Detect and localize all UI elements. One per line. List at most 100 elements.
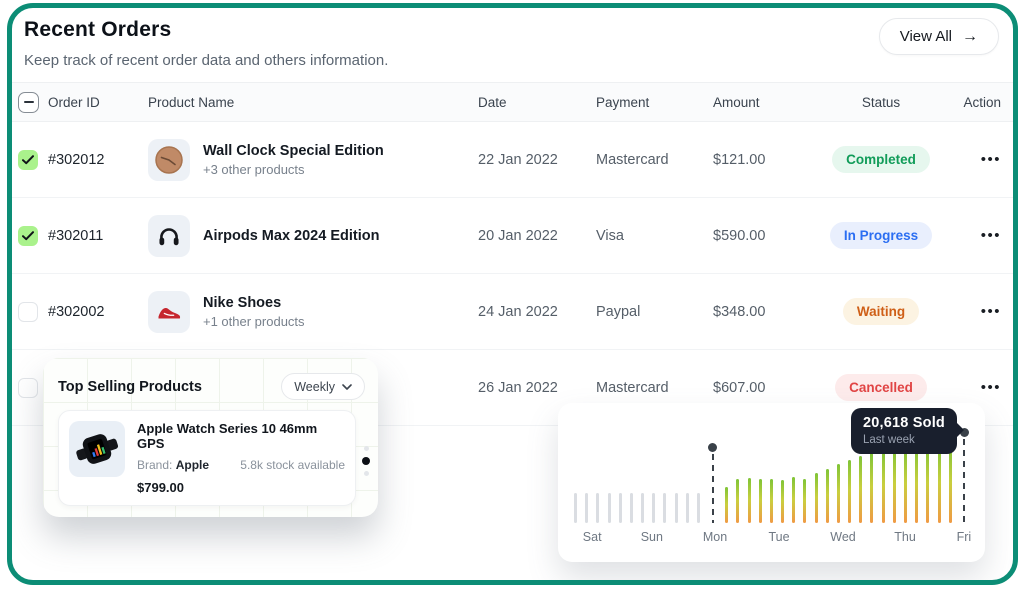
order-date: 26 Jan 2022: [478, 380, 596, 396]
top-selling-product-info: Apple Watch Series 10 46mm GPS Brand: Ap…: [137, 421, 345, 495]
chart-marker-dot: [708, 443, 717, 452]
chart-bar: [748, 478, 751, 523]
order-amount: $121.00: [713, 152, 813, 168]
chart-bar: [893, 448, 896, 523]
table-header: Order ID Product Name Date Payment Amoun…: [12, 82, 1013, 122]
chart-bar: [770, 479, 773, 523]
col-header-payment: Payment: [596, 95, 713, 110]
status-badge: Completed: [832, 146, 930, 173]
chart-bar: [663, 493, 666, 523]
product-subtext: +3 other products: [203, 162, 384, 177]
product-name: Wall Clock Special Edition: [203, 143, 384, 159]
top-selling-product-item[interactable]: Apple Watch Series 10 46mm GPS Brand: Ap…: [58, 410, 356, 506]
checkmark-icon: [22, 231, 34, 241]
order-date: 24 Jan 2022: [478, 304, 596, 320]
apple-watch-image: [69, 421, 125, 477]
chart-marker-dashed-line: [712, 454, 714, 523]
panel-header-text: Recent Orders Keep track of recent order…: [24, 18, 388, 69]
chart-bar: [859, 456, 862, 523]
chart-bar: [697, 493, 700, 523]
page-title: Recent Orders: [24, 18, 388, 42]
table-row: #302011 Airpods Max 2024 Edition 20 Jan …: [12, 198, 1013, 274]
top-selling-title: Top Selling Products: [58, 379, 202, 395]
carousel-dot[interactable]: [364, 471, 369, 476]
chevron-down-icon: [342, 384, 352, 390]
select-all-checkbox[interactable]: [18, 92, 39, 113]
product-cell: Wall Clock Special Edition +3 other prod…: [148, 139, 478, 181]
chart-bar: [652, 493, 655, 523]
table-row: #302012 Wall Clock Special Edition +3 ot…: [12, 122, 1013, 198]
headphones-icon: [148, 215, 190, 257]
brand-value: Apple: [176, 458, 209, 472]
row-checkbox[interactable]: [18, 378, 38, 398]
top-selling-products-card: Top Selling Products Weekly: [43, 358, 378, 517]
chart-axis-label: Wed: [830, 530, 855, 544]
chart-bar: [938, 445, 941, 523]
panel-header: Recent Orders Keep track of recent order…: [12, 8, 1013, 82]
top-selling-header: Top Selling Products Weekly: [43, 358, 378, 408]
view-all-button[interactable]: View All →: [879, 18, 999, 55]
chart-tooltip: 20,618 Sold Last week: [851, 408, 957, 454]
brand-label: Brand:: [137, 458, 172, 472]
chart-axis-label: Sun: [641, 530, 663, 544]
chart-bar: [725, 487, 728, 523]
chart-bar: [736, 479, 739, 523]
row-actions-button[interactable]: •••: [981, 301, 1001, 322]
chart-axis-label: Thu: [894, 530, 916, 544]
col-header-amount: Amount: [713, 95, 813, 110]
row-checkbox[interactable]: [18, 226, 38, 246]
table-row: #302002 Nike Shoes +1 other products 24 …: [12, 274, 1013, 350]
order-id: #302011: [48, 228, 148, 244]
payment-method: Mastercard: [596, 152, 713, 168]
product-text: Nike Shoes +1 other products: [203, 295, 305, 329]
status-badge: Cancelled: [835, 374, 927, 401]
order-amount: $348.00: [713, 304, 813, 320]
order-date: 22 Jan 2022: [478, 152, 596, 168]
row-actions-button[interactable]: •••: [981, 225, 1001, 246]
product-subtext: +1 other products: [203, 314, 305, 329]
chart-axis-label: Fri: [957, 530, 972, 544]
order-id: #302012: [48, 152, 148, 168]
product-name: Nike Shoes: [203, 295, 305, 311]
sneaker-icon: [148, 291, 190, 333]
payment-method: Mastercard: [596, 380, 713, 396]
weekly-sales-chart-card: Sat Sun Mon Tue Wed Thu Fri 20,618 Sold Last w…: [558, 403, 985, 562]
chart-bar: [630, 493, 633, 523]
chart-bar: [904, 447, 907, 523]
chart-axis-label: Tue: [768, 530, 789, 544]
product-cell: Nike Shoes +1 other products: [148, 291, 478, 333]
row-checkbox[interactable]: [18, 150, 38, 170]
chart-bar: [815, 473, 818, 523]
carousel-dots[interactable]: [362, 446, 370, 476]
checkmark-icon: [22, 155, 34, 165]
carousel-dot[interactable]: [364, 446, 369, 451]
chart-bar: [781, 480, 784, 523]
order-amount: $607.00: [713, 380, 813, 396]
product-text: Airpods Max 2024 Edition: [203, 228, 379, 244]
order-amount: $590.00: [713, 228, 813, 244]
tooltip-value: 20,618 Sold: [863, 415, 945, 431]
view-all-label: View All: [900, 28, 952, 45]
row-actions-button[interactable]: •••: [981, 149, 1001, 170]
col-header-status: Status: [813, 95, 949, 110]
arrow-right-icon: →: [962, 29, 978, 45]
row-checkbox[interactable]: [18, 302, 38, 322]
chart-bar: [641, 493, 644, 523]
carousel-dot-active[interactable]: [362, 457, 370, 465]
chart-marker: [708, 443, 717, 523]
chart-marker-dashed-line: [963, 439, 965, 523]
chart-axis-label: Mon: [703, 530, 727, 544]
status-badge: Waiting: [843, 298, 919, 325]
chart-bar: [792, 477, 795, 523]
chart-bar: [803, 479, 806, 523]
status-badge: In Progress: [830, 222, 932, 249]
row-actions-button[interactable]: •••: [981, 377, 1001, 398]
order-id: #302002: [48, 304, 148, 320]
chart-axis-label: Sat: [583, 530, 602, 544]
minus-icon: [24, 101, 34, 103]
chart-axis-labels: Sat Sun Mon Tue Wed Thu Fri: [574, 530, 969, 550]
col-header-product: Product Name: [148, 95, 478, 110]
product-price: $799.00: [137, 480, 345, 495]
period-dropdown[interactable]: Weekly: [281, 373, 365, 400]
recent-orders-panel: Recent Orders Keep track of recent order…: [7, 3, 1018, 585]
